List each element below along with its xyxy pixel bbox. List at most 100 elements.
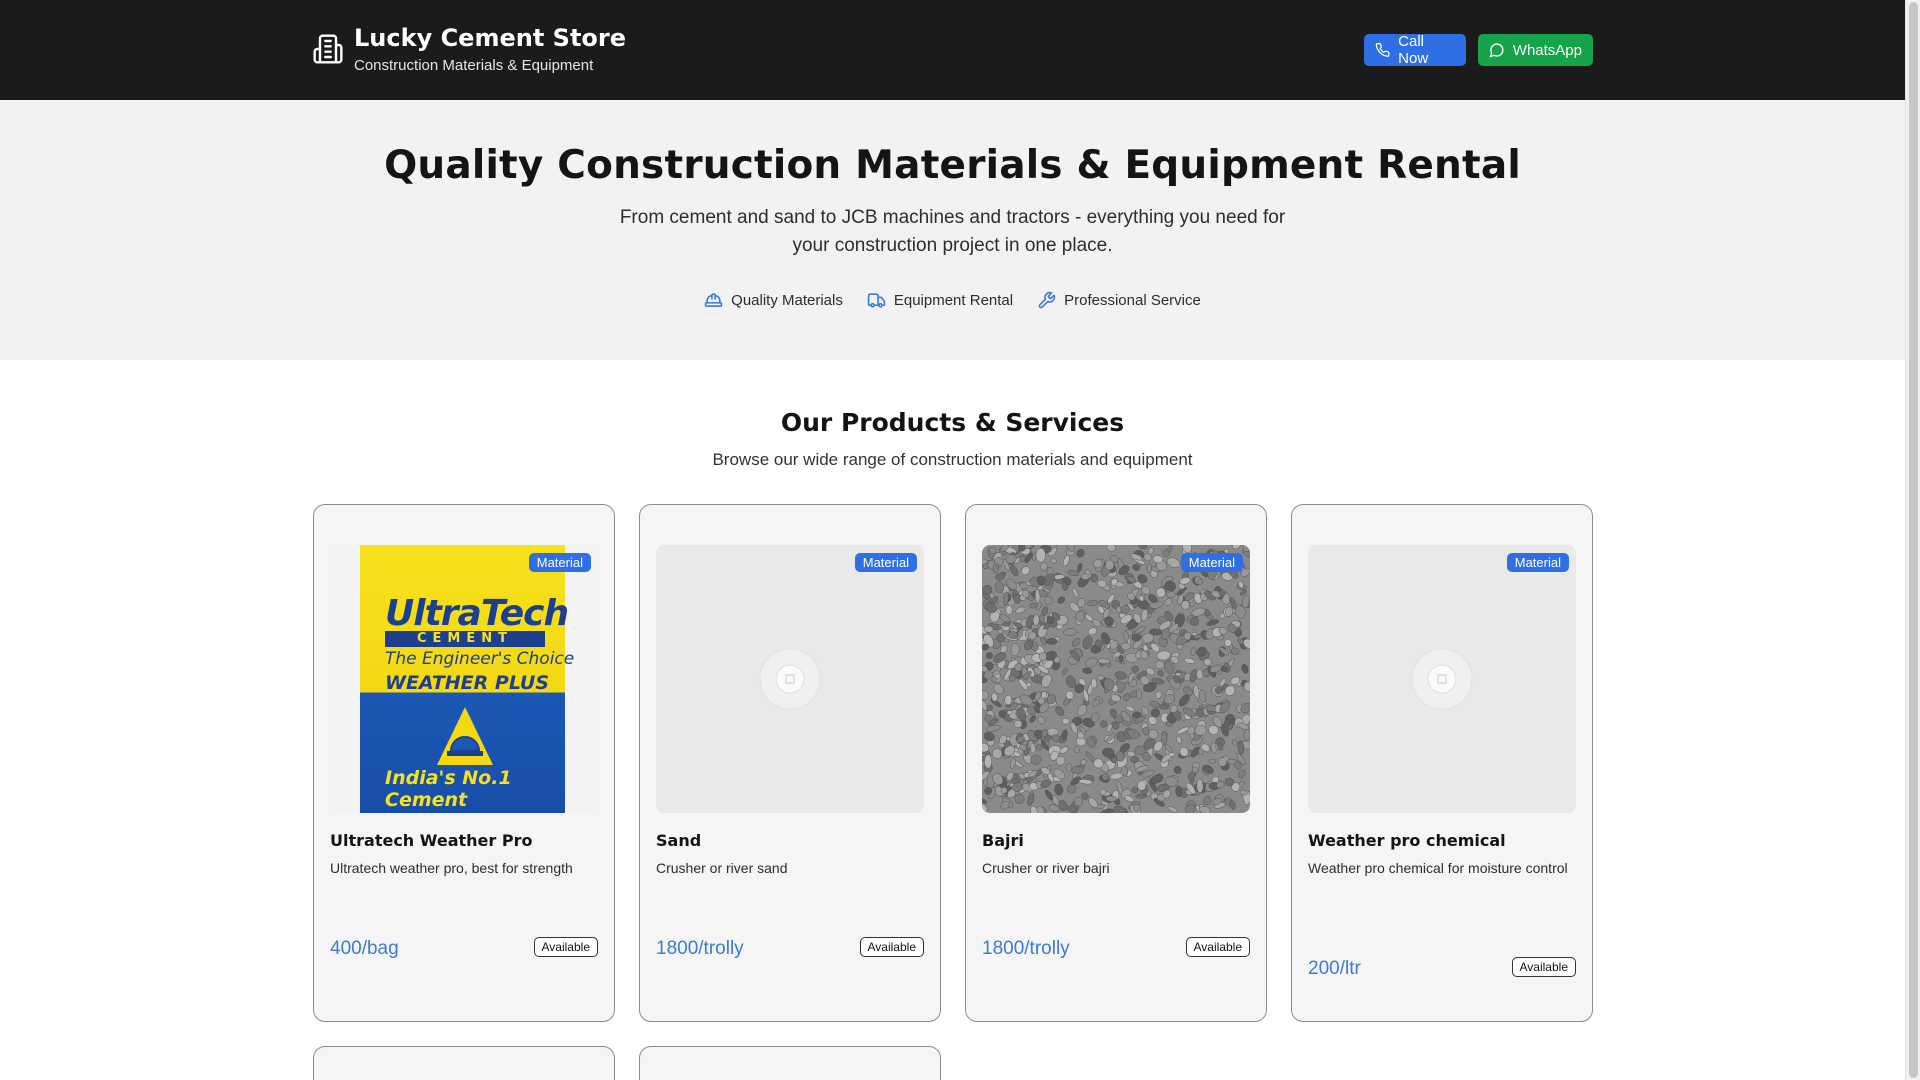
wrench-icon [1038, 291, 1056, 309]
whatsapp-label: WhatsApp [1512, 41, 1582, 59]
gravel-pebble [1062, 717, 1070, 725]
availability-badge: Available [859, 937, 924, 957]
store-tagline: Construction Materials & Equipment [354, 57, 594, 74]
gravel-pebble [1087, 599, 1099, 607]
whatsapp-button[interactable]: WhatsApp [1478, 34, 1593, 66]
gravel-pebble [1010, 758, 1016, 769]
availability-badge: Available [533, 937, 598, 957]
gravel-pebble [1155, 660, 1165, 670]
gravel-pebble [1029, 602, 1039, 609]
product-card[interactable]: Material Sand Crusher or river sand 1800… [639, 504, 941, 1022]
gravel-pebble [1015, 606, 1026, 614]
product-card[interactable]: Material Weather pro chemical Weather pr… [1291, 504, 1593, 1022]
gravel-pebble [1176, 735, 1182, 744]
gravel-pebble [1059, 746, 1069, 754]
product-price: 400/bag [330, 938, 399, 959]
availability-badge: Available [1511, 957, 1576, 977]
gravel-pebble [1239, 589, 1247, 596]
gravel-pebble [1125, 705, 1135, 712]
gravel-pebble [1167, 806, 1178, 813]
building-icon [313, 34, 343, 64]
gravel-pebble [1029, 715, 1036, 723]
gravel-pebble [1232, 739, 1238, 746]
page-scrollbar[interactable] [1905, 0, 1920, 1080]
gravel-pebble [1166, 557, 1181, 568]
gravel-pebble [1073, 746, 1080, 754]
gravel-pebble [1173, 765, 1182, 775]
gravel-pebble [1062, 554, 1070, 567]
gravel-pebble [992, 748, 1003, 759]
helmet-icon [437, 707, 493, 765]
product-description: Weather pro chemical for moisture contro… [1308, 860, 1568, 876]
category-badge: Material [1180, 553, 1243, 572]
site-header: Lucky Cement Store Construction Material… [0, 0, 1905, 100]
gravel-pebble [1243, 728, 1250, 741]
gravel-pebble [991, 675, 997, 683]
gravel-pebble [1085, 657, 1098, 668]
feature-list: Quality Materials Equipment Rental Profe… [0, 291, 1905, 310]
product-description: Ultratech weather pro, best for strength [330, 860, 573, 876]
gravel-pebble [1035, 547, 1046, 563]
gravel-pebble [1054, 783, 1064, 796]
product-card[interactable] [639, 1046, 941, 1080]
gravel-pebble [1066, 784, 1077, 794]
bag-brand: UltraTech [385, 593, 569, 634]
gravel-pebble [1166, 591, 1176, 598]
gravel-pebble [1081, 792, 1089, 800]
gravel-pebble [1155, 690, 1162, 700]
gravel-pebble [1131, 786, 1138, 794]
gravel-pebble [1138, 545, 1148, 550]
scrollbar-thumb[interactable] [1909, 2, 1918, 1078]
product-image: UltraTech CEMENT The Engineer's Choice W… [330, 545, 598, 813]
gravel-pebble [986, 724, 1001, 732]
product-card[interactable] [313, 1046, 615, 1080]
gravel-pebble [1106, 545, 1116, 552]
hero-section: Quality Construction Materials & Equipme… [0, 100, 1905, 360]
product-price: 1800/trolly [982, 938, 1070, 959]
gravel-pebble [1055, 706, 1065, 716]
gravel-pebble [1190, 647, 1196, 656]
gravel-pebble [1157, 670, 1164, 677]
product-image: Material [982, 545, 1250, 813]
gravel-pebble [1193, 684, 1200, 699]
gravel-pebble [982, 690, 989, 700]
gravel-pebble [1040, 562, 1048, 571]
gravel-pebble [1063, 628, 1077, 636]
gravel-pebble [1077, 562, 1083, 573]
call-now-button[interactable]: Call Now [1364, 33, 1466, 67]
gravel-pebble [985, 652, 993, 660]
gravel-pebble [1046, 638, 1058, 645]
product-card[interactable]: UltraTech CEMENT The Engineer's Choice W… [313, 504, 615, 1022]
gravel-pebble [1130, 755, 1139, 763]
gravel-pebble [1218, 589, 1227, 597]
image-placeholder-icon [759, 648, 821, 710]
gravel-pebble [1238, 769, 1246, 779]
gravel-pebble [1032, 614, 1040, 626]
message-circle-icon [1489, 43, 1504, 58]
product-description: Crusher or river sand [656, 860, 788, 876]
bag-slogan: The Engineer's Choice [385, 649, 575, 669]
product-name: Bajri [982, 831, 1024, 850]
gravel-pebble [1168, 752, 1176, 757]
gravel-pebble [1208, 725, 1219, 735]
gravel-pebble [1132, 804, 1141, 813]
gravel-pebble [1005, 605, 1013, 615]
gravel-pebble [995, 573, 1005, 581]
brand[interactable]: Lucky Cement Store Construction Material… [312, 23, 626, 74]
gravel-pebble [1194, 725, 1207, 736]
gravel-pebble [1118, 654, 1124, 663]
feature-label: Equipment Rental [893, 292, 1014, 309]
product-price: 1800/trolly [656, 938, 744, 959]
product-card[interactable]: Material Bajri Crusher or river bajri 18… [965, 504, 1267, 1022]
gravel-pebble [1027, 792, 1035, 806]
hard-hat-icon [704, 293, 723, 307]
gravel-pebble [1041, 674, 1052, 688]
feature-equipment-rental: Equipment Rental [867, 291, 1013, 310]
gravel-pebble [1037, 716, 1045, 725]
gravel-pebble [1203, 795, 1212, 806]
product-price: 200/ltr [1308, 958, 1361, 979]
gravel-pebble [983, 625, 994, 633]
gravel-pebble [1030, 755, 1042, 765]
gravel-pebble [1010, 643, 1020, 657]
gravel-pebble [1062, 667, 1068, 676]
